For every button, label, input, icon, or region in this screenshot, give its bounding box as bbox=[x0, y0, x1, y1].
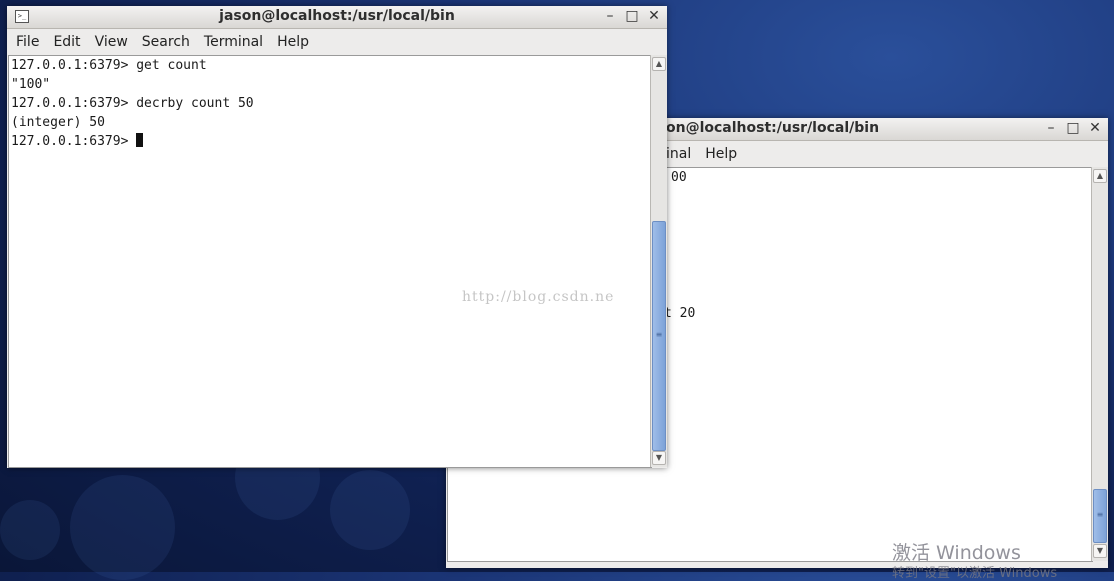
menu-file[interactable]: File bbox=[9, 34, 46, 50]
maximize-button[interactable]: □ bbox=[625, 8, 639, 24]
back-scroll-thumb[interactable]: ≡ bbox=[1093, 489, 1107, 543]
blog-watermark: http://blog.csdn.ne bbox=[462, 289, 615, 305]
back-window-title: on@localhost:/usr/local/bin bbox=[666, 120, 880, 136]
scroll-up-arrow-icon[interactable]: ▲ bbox=[1093, 169, 1107, 183]
menu-search[interactable]: Search bbox=[135, 34, 197, 50]
prompt: 127.0.0.1:6379> bbox=[11, 134, 137, 149]
front-terminal-output[interactable]: 127.0.0.1:6379> get count "100" 127.0.0.… bbox=[8, 55, 652, 468]
desktop-bubble bbox=[0, 500, 60, 560]
close-button[interactable]: ✕ bbox=[647, 8, 661, 24]
scroll-up-arrow-icon[interactable]: ▲ bbox=[652, 57, 666, 71]
maximize-button[interactable]: □ bbox=[1066, 120, 1080, 136]
terminal-prompt-line[interactable]: 127.0.0.1:6379> bbox=[9, 132, 651, 151]
back-window-controls: – □ ✕ bbox=[1044, 120, 1102, 136]
menu-edit[interactable]: Edit bbox=[46, 34, 87, 50]
terminal-line: (integer) 50 bbox=[11, 115, 105, 130]
close-button[interactable]: ✕ bbox=[1088, 120, 1102, 136]
desktop-bubble bbox=[70, 475, 175, 580]
menu-view[interactable]: View bbox=[88, 34, 135, 50]
text-cursor bbox=[136, 133, 144, 147]
minimize-button[interactable]: – bbox=[1044, 120, 1058, 136]
grip-icon: ≡ bbox=[1096, 510, 1104, 519]
activate-windows-text: 激活 Windows bbox=[892, 542, 1021, 564]
minimize-button[interactable]: – bbox=[603, 8, 617, 24]
front-window-controls: – □ ✕ bbox=[603, 8, 661, 24]
menu-help[interactable]: Help bbox=[698, 146, 744, 162]
front-window-title: jason@localhost:/usr/local/bin bbox=[219, 8, 455, 24]
back-scrollbar[interactable]: ▲ ≡ ▼ bbox=[1091, 167, 1108, 561]
front-scroll-thumb[interactable]: ≡ bbox=[652, 221, 666, 451]
terminal-line: "100" bbox=[11, 77, 51, 92]
terminal-line: 127.0.0.1:6379> get count bbox=[11, 58, 207, 73]
menu-terminal[interactable]: Terminal bbox=[197, 34, 270, 50]
front-scrollbar[interactable]: ▲ ≡ ▼ bbox=[650, 55, 667, 467]
desktop-bubble bbox=[330, 470, 410, 550]
terminal-line: 127.0.0.1:6379> decrby count 50 bbox=[11, 96, 254, 111]
scroll-down-arrow-icon[interactable]: ▼ bbox=[1093, 544, 1107, 558]
front-menubar: File Edit View Search Terminal Help bbox=[7, 29, 667, 54]
back-output-line: t 20 bbox=[664, 306, 696, 321]
front-titlebar[interactable]: >_ jason@localhost:/usr/local/bin – □ ✕ bbox=[7, 6, 667, 29]
menu-terminal[interactable]: inal bbox=[666, 146, 698, 162]
grip-icon: ≡ bbox=[655, 330, 663, 339]
menu-help[interactable]: Help bbox=[270, 34, 316, 50]
front-terminal-window[interactable]: >_ jason@localhost:/usr/local/bin – □ ✕ … bbox=[7, 6, 667, 468]
scroll-down-arrow-icon[interactable]: ▼ bbox=[652, 451, 666, 465]
back-output-line: 00 bbox=[671, 170, 687, 185]
